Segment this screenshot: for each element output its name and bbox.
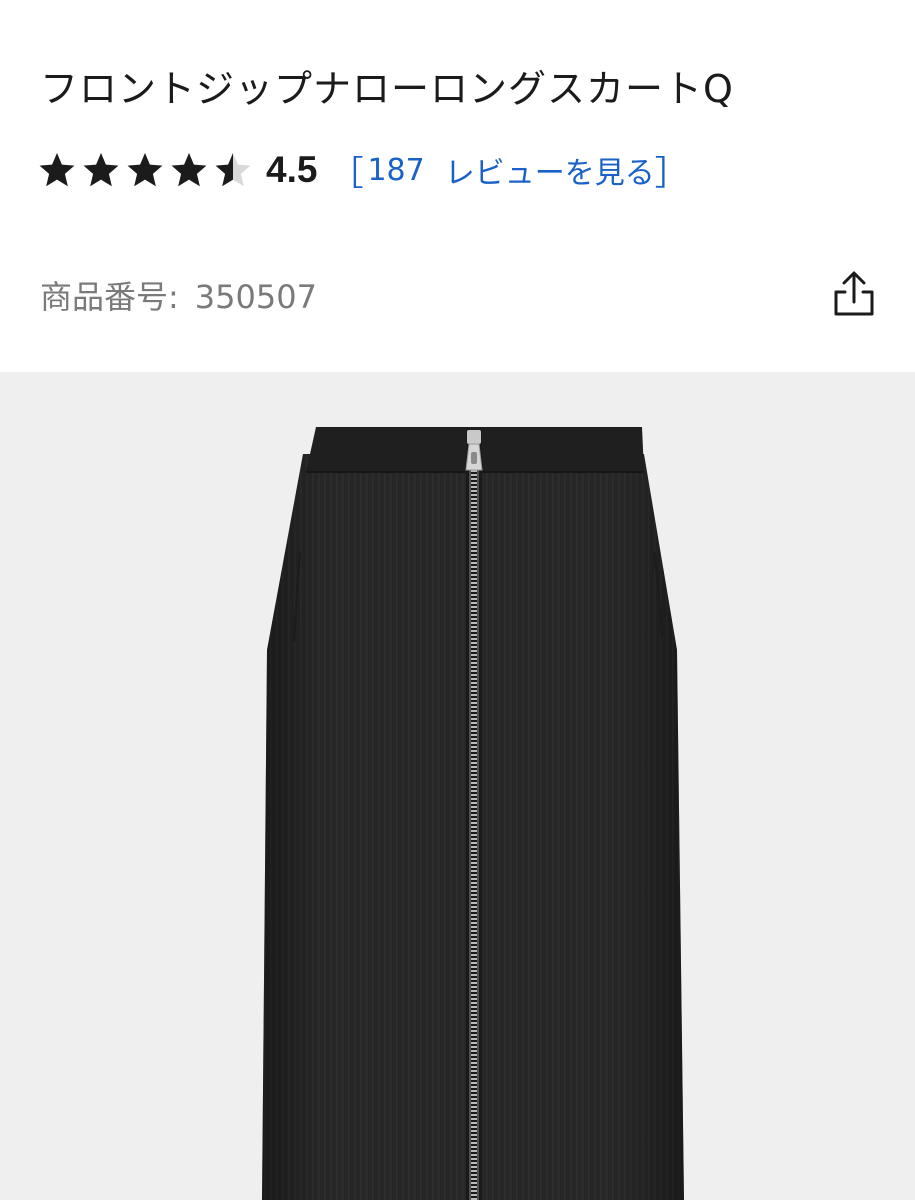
review-count: 187 (367, 152, 425, 188)
star-rating (38, 151, 252, 189)
product-number-value: 350507 (194, 278, 317, 316)
share-icon (834, 271, 874, 316)
product-number-label: 商品番号: (40, 278, 179, 316)
star-icon (215, 153, 251, 187)
star-icon (39, 153, 75, 187)
product-image[interactable] (0, 372, 915, 1200)
product-detail-page: フロントジップナローロングスカートQ 4.5 ［ 187 レビューを見る ］ 商… (0, 0, 915, 1200)
view-reviews-link[interactable]: ［ 187 レビューを見る ］ (329, 146, 688, 195)
rating-value: 4.5 (266, 149, 318, 190)
skirt-image (262, 427, 684, 1200)
share-button[interactable] (830, 268, 878, 320)
star-icon (83, 153, 119, 187)
review-link-label: レビューを見る (444, 156, 655, 191)
bracket-open: ［ (329, 153, 364, 194)
star-icon (127, 153, 163, 187)
product-number: 商品番号: 350507 (40, 272, 317, 318)
rating-row: 4.5 ［ 187 レビューを見る ］ (38, 144, 689, 196)
product-title: フロントジップナローロングスカートQ (40, 67, 734, 111)
bracket-close: ］ (654, 153, 689, 194)
star-icon (171, 153, 207, 187)
